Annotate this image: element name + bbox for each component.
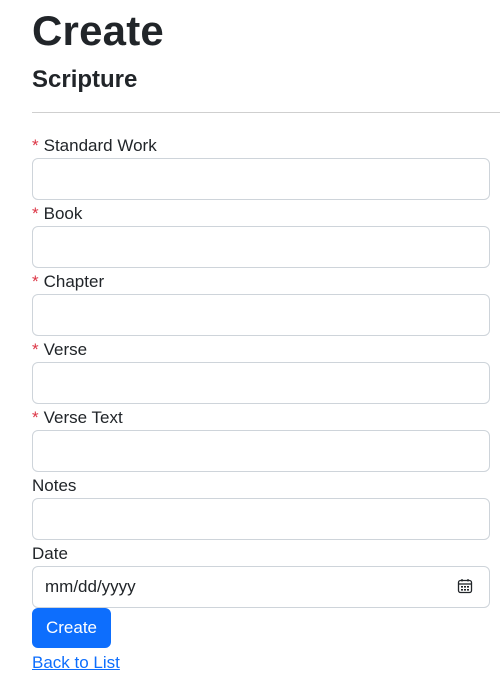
verse-text-label-text: Verse Text: [43, 408, 123, 427]
book-group: * Book: [32, 202, 490, 270]
verse-text-input[interactable]: [32, 430, 490, 472]
notes-label: Notes: [32, 474, 490, 498]
required-marker: *: [32, 408, 39, 427]
date-group: Date: [32, 542, 490, 610]
divider: [32, 112, 500, 113]
calendar-icon[interactable]: [457, 578, 473, 594]
chapter-group: * Chapter: [32, 270, 490, 338]
required-marker: *: [32, 136, 39, 155]
page-title: Create: [32, 7, 164, 54]
create-scripture-form: * Standard Work * Book * Chapter * Verse…: [32, 134, 490, 610]
book-label-text: Book: [43, 204, 83, 223]
verse-label: * Verse: [32, 338, 490, 362]
standard-work-group: * Standard Work: [32, 134, 490, 202]
standard-work-label-text: Standard Work: [43, 136, 157, 155]
standard-work-input[interactable]: [32, 158, 490, 200]
notes-input[interactable]: [32, 498, 490, 540]
date-field-wrapper: [32, 566, 490, 608]
verse-text-label: * Verse Text: [32, 406, 490, 430]
required-marker: *: [32, 272, 39, 291]
date-label-text: Date: [32, 544, 68, 563]
book-input[interactable]: [32, 226, 490, 268]
verse-group: * Verse: [32, 338, 490, 406]
standard-work-label: * Standard Work: [32, 134, 490, 158]
verse-label-text: Verse: [43, 340, 88, 359]
required-marker: *: [32, 204, 39, 223]
book-label: * Book: [32, 202, 490, 226]
verse-text-group: * Verse Text: [32, 406, 490, 474]
date-input[interactable]: [32, 566, 490, 608]
chapter-input[interactable]: [32, 294, 490, 336]
date-label: Date: [32, 542, 490, 566]
verse-input[interactable]: [32, 362, 490, 404]
page-header: Create Scripture: [32, 0, 490, 95]
chapter-label: * Chapter: [32, 270, 490, 294]
required-marker: *: [32, 340, 39, 359]
notes-label-text: Notes: [32, 476, 77, 495]
create-button[interactable]: Create: [32, 608, 111, 648]
back-to-list-link[interactable]: Back to List: [32, 653, 120, 673]
notes-group: Notes: [32, 474, 490, 542]
page-subtitle: Scripture: [32, 66, 138, 93]
chapter-label-text: Chapter: [43, 272, 105, 291]
